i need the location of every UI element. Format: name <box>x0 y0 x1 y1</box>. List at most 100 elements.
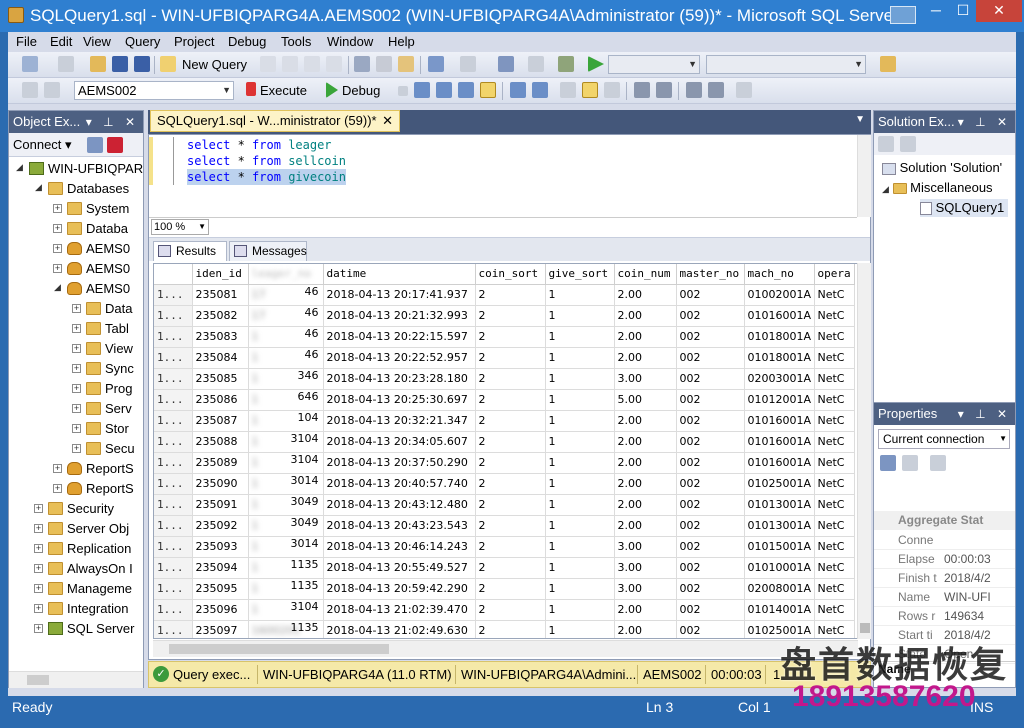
table-cell[interactable]: 235085 <box>192 368 249 390</box>
solution-platform-combo[interactable]: ▼ <box>706 55 866 74</box>
table-cell[interactable]: 1... <box>154 389 193 411</box>
table-row[interactable]: 1... 235094 1 1135 2018-04-13 20:55:49.527 2 1… <box>154 557 855 579</box>
object-explorer-pin-icon[interactable]: ▾ ⊥ ✕ <box>86 111 139 133</box>
table-cell[interactable]: 1 104 <box>248 410 324 432</box>
open-folder-icon[interactable] <box>90 56 106 72</box>
table-cell[interactable]: NetC <box>814 284 855 306</box>
table-cell[interactable]: 002 <box>676 557 745 579</box>
table-cell[interactable]: 235090 <box>192 473 249 495</box>
table-row[interactable]: 1... 235085 1 346 2018-04-13 20:23:28.180 2 1 3… <box>154 368 855 390</box>
table-cell[interactable]: 1 <box>545 536 615 558</box>
tree-node[interactable]: + AEMS0 <box>9 239 143 259</box>
table-cell[interactable]: 1... <box>154 578 193 600</box>
maximize-button[interactable]: ☐ <box>950 0 976 22</box>
table-cell[interactable]: 002 <box>676 389 745 411</box>
debug-icon[interactable] <box>326 82 338 98</box>
table-cell[interactable]: 01018001A <box>744 347 815 369</box>
tree-node[interactable]: + SQL Server <box>9 619 143 639</box>
column-header[interactable] <box>154 264 193 285</box>
mdx-query-icon[interactable] <box>304 56 320 72</box>
table-cell[interactable]: 1... <box>154 284 193 306</box>
table-cell[interactable]: NetC <box>814 599 855 621</box>
table-cell[interactable]: 1 3104 <box>248 599 324 621</box>
results-grid-icon[interactable] <box>582 82 598 98</box>
table-cell[interactable]: 01002001A <box>744 284 815 306</box>
tree-node[interactable]: + Replication <box>9 539 143 559</box>
menu-edit[interactable]: Edit <box>50 34 72 49</box>
display-plan-icon[interactable] <box>436 82 452 98</box>
table-cell[interactable]: 1 <box>545 620 615 638</box>
show-all-files-icon[interactable] <box>900 136 916 152</box>
expand-icon[interactable]: + <box>72 344 81 353</box>
increase-indent-icon[interactable] <box>708 82 724 98</box>
table-cell[interactable]: NetC <box>814 578 855 600</box>
menu-file[interactable]: File <box>16 34 37 49</box>
expand-icon[interactable]: + <box>53 244 62 253</box>
column-header[interactable]: give_sort <box>545 264 615 285</box>
table-cell[interactable]: 002 <box>676 368 745 390</box>
table-cell[interactable]: 17 46 <box>248 284 324 306</box>
connect-dropdown[interactable]: Connect ▾ <box>13 137 72 153</box>
table-cell[interactable]: 2018-04-13 20:34:05.607 <box>323 431 476 453</box>
table-cell[interactable]: 235089 <box>192 452 249 474</box>
table-cell[interactable]: 235091 <box>192 494 249 516</box>
tab-messages[interactable]: Messages <box>229 241 307 261</box>
client-stats-icon[interactable] <box>532 82 548 98</box>
table-cell[interactable]: 01016001A <box>744 305 815 327</box>
cancel-query-icon[interactable] <box>398 86 408 96</box>
table-cell[interactable]: 1 <box>545 284 615 306</box>
table-cell[interactable]: 1 <box>545 431 615 453</box>
table-cell[interactable]: 002 <box>676 326 745 348</box>
expand-icon[interactable]: + <box>72 304 81 313</box>
table-row[interactable]: 1... 235089 1 3104 2018-04-13 20:37:50.290 2 1… <box>154 452 855 474</box>
table-cell[interactable]: 002 <box>676 473 745 495</box>
solution-node[interactable]: Solution 'Solution' <box>882 159 1002 177</box>
table-cell[interactable]: NetC <box>814 326 855 348</box>
tree-node[interactable]: + ReportS <box>9 459 143 479</box>
add-item-icon[interactable] <box>58 56 74 72</box>
tree-node[interactable]: + Manageme <box>9 579 143 599</box>
table-cell[interactable]: 1 3049 <box>248 515 324 537</box>
results-to-text-icon[interactable] <box>560 82 576 98</box>
table-cell[interactable]: 2 <box>475 620 546 638</box>
database-select[interactable]: AEMS002 ▼ <box>74 81 234 100</box>
object-explorer-hscroll[interactable] <box>9 671 143 688</box>
table-cell[interactable]: NetC <box>814 494 855 516</box>
include-plan-icon[interactable] <box>510 82 526 98</box>
table-cell[interactable]: 2 <box>475 473 546 495</box>
tree-node[interactable]: + Tabl <box>9 319 143 339</box>
table-cell[interactable]: 2 <box>475 494 546 516</box>
table-cell[interactable]: 235087 <box>192 410 249 432</box>
tree-node[interactable]: + View <box>9 339 143 359</box>
property-row[interactable]: Elapse 00:00:03 <box>874 550 1015 569</box>
table-cell[interactable]: 1 <box>545 347 615 369</box>
column-header[interactable]: datime <box>323 264 476 285</box>
table-row[interactable]: 1... 235087 1 104 2018-04-13 20:32:21.347 2 1 2… <box>154 410 855 432</box>
table-cell[interactable]: NetC <box>814 473 855 495</box>
table-cell[interactable]: 01025001A <box>744 473 815 495</box>
table-cell[interactable]: 2 <box>475 536 546 558</box>
table-row[interactable]: 1... 235088 1 3104 2018-04-13 20:34:05.607 2 1… <box>154 431 855 453</box>
table-cell[interactable]: 2 <box>475 515 546 537</box>
table-cell[interactable]: NetC <box>814 515 855 537</box>
tree-node[interactable]: + ReportS <box>9 479 143 499</box>
table-cell[interactable]: 002 <box>676 431 745 453</box>
collapse-icon[interactable]: ◢ <box>34 183 43 193</box>
tab-list-icon[interactable]: ▼ <box>855 114 865 125</box>
table-cell[interactable]: 2018-04-13 20:40:57.740 <box>323 473 476 495</box>
table-cell[interactable]: 002 <box>676 284 745 306</box>
table-cell[interactable]: 3.00 <box>614 368 677 390</box>
table-cell[interactable]: 2.00 <box>614 326 677 348</box>
table-cell[interactable]: 1 <box>545 599 615 621</box>
collapse-icon[interactable]: ◢ <box>15 163 24 173</box>
redo-icon[interactable] <box>460 56 476 72</box>
table-cell[interactable]: 1... <box>154 452 193 474</box>
minimize-button[interactable]: ─ <box>922 0 950 22</box>
expand-icon[interactable]: + <box>72 364 81 373</box>
parse-icon[interactable] <box>414 82 430 98</box>
table-cell[interactable]: NetC <box>814 431 855 453</box>
tree-node[interactable]: + Server Obj <box>9 519 143 539</box>
table-cell[interactable]: 1... <box>154 599 193 621</box>
alphabetical-icon[interactable] <box>902 455 918 471</box>
expand-icon[interactable]: + <box>34 564 43 573</box>
